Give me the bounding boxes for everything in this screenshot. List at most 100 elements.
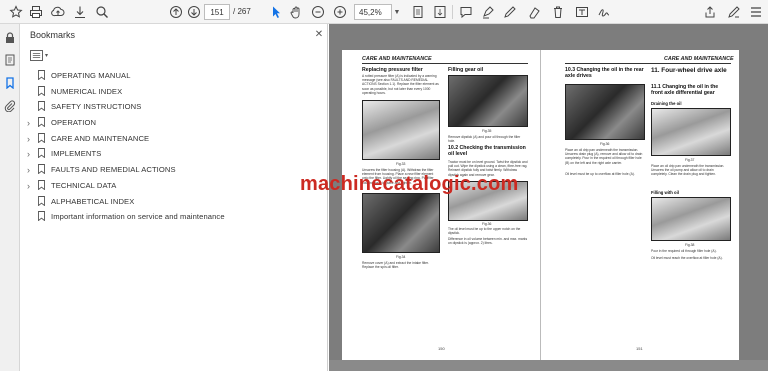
menu-icon[interactable] — [748, 4, 764, 20]
bookmark-item[interactable]: NUMERICAL INDEX — [20, 84, 328, 100]
fit-page-icon[interactable] — [410, 4, 426, 20]
bookmark-item[interactable]: › IMPLEMENTS — [20, 146, 328, 162]
figure-image — [362, 193, 440, 253]
page-spread: CARE AND MAINTENANCE Replacing pressure … — [342, 50, 739, 360]
right-oil-note: Oil level must be up to overflow at fill… — [565, 172, 635, 176]
bookmark-item[interactable]: SAFETY INSTRUCTIONS — [20, 99, 328, 115]
bookmark-icon — [38, 148, 45, 159]
highlight-icon[interactable] — [480, 4, 496, 20]
attachment-icon[interactable] — [3, 99, 17, 113]
left-steps-e: The oil level must be up to the upper no… — [448, 227, 521, 236]
right-steps-g: Place an oil drip pan underneath the tra… — [651, 164, 725, 177]
right-steps-h: Pour in the required oil through filler … — [651, 249, 717, 253]
chevron-down-icon: ▾ — [45, 52, 49, 59]
right-steps-f: Place an oil drip pan underneath the tra… — [565, 148, 643, 165]
options-icon — [30, 49, 43, 61]
options-button[interactable]: ▾ — [30, 48, 56, 62]
chevron-down-icon[interactable]: ▼ — [392, 4, 402, 20]
bookmark-icon — [38, 101, 45, 112]
page-total: / 267 — [233, 7, 251, 16]
bookmark-icon — [38, 179, 45, 190]
star-icon[interactable] — [8, 4, 24, 20]
draw-icon[interactable] — [502, 4, 518, 20]
share-icon[interactable] — [702, 4, 718, 20]
bookmark-icon — [38, 211, 45, 222]
bookmark-label: Important information on service and mai… — [51, 212, 225, 222]
right-page-header: CARE AND MAINTENANCE — [664, 56, 734, 62]
left-steps-c: Remove dipstick (A) and pour oil through… — [448, 135, 521, 144]
watermark: machinecatalogic.com — [300, 173, 519, 195]
bookmark-icon — [38, 117, 45, 128]
bookmark-label: SAFETY INSTRUCTIONS — [51, 102, 142, 112]
chevron-right-icon[interactable]: › — [27, 165, 35, 175]
bookmark-label: IMPLEMENTS — [51, 149, 102, 159]
page-number-input[interactable] — [204, 4, 230, 20]
figure-caption: Fig.36 — [600, 142, 610, 146]
section-10-2-heading: 10.2 Checking the transmission oil level — [448, 145, 526, 157]
zoom-out-icon[interactable] — [310, 4, 326, 20]
erase-icon[interactable] — [526, 4, 542, 20]
chevron-right-icon[interactable]: › — [27, 134, 35, 144]
bookmark-icon — [38, 195, 45, 206]
bookmark-item[interactable]: › FAULTS AND REMEDIAL ACTIONS — [20, 162, 328, 178]
print-icon[interactable] — [28, 4, 44, 20]
next-page-edge — [329, 360, 768, 371]
navigation-rail — [0, 24, 20, 371]
bookmark-icon[interactable] — [3, 76, 17, 90]
section-11-heading: 11. Four-wheel drive axle — [651, 67, 727, 74]
figure-image — [362, 100, 440, 160]
bookmark-icon — [38, 164, 45, 175]
right-page-number: 151 — [636, 346, 643, 351]
bookmark-item[interactable]: Important information on service and mai… — [20, 209, 328, 225]
page-up-icon[interactable] — [168, 4, 184, 20]
bookmark-label: ALPHABETICAL INDEX — [51, 196, 135, 206]
zoom-level-field[interactable]: 45,2% — [354, 4, 392, 20]
bookmark-list: OPERATING MANUAL NUMERICAL INDEX SAFETY IN… — [20, 68, 328, 225]
zoom-level: 45,2% — [359, 7, 382, 17]
page-down-icon[interactable] — [186, 4, 202, 20]
comment-icon[interactable] — [458, 4, 474, 20]
download-icon[interactable] — [72, 4, 88, 20]
bookmark-item[interactable]: › OPERATION — [20, 115, 328, 131]
chevron-right-icon[interactable]: › — [27, 181, 35, 191]
figure-caption: Fig.33 — [396, 162, 406, 166]
figure-caption: Fig.36 — [482, 222, 492, 226]
sign-icon[interactable] — [596, 4, 612, 20]
close-icon[interactable]: ✕ — [314, 29, 324, 40]
select-cursor-icon[interactable] — [268, 4, 284, 20]
page-spine — [540, 50, 541, 360]
search-icon[interactable] — [94, 4, 110, 20]
bookmark-icon — [38, 132, 45, 143]
figure-image — [651, 197, 731, 241]
draining-heading: Draining the oil — [651, 101, 682, 106]
right-level-note: Oil level must reach the overflow at fil… — [651, 256, 723, 260]
chevron-right-icon[interactable]: › — [27, 118, 35, 128]
figure-caption: Fig.34 — [396, 255, 406, 259]
hand-icon[interactable] — [288, 4, 304, 20]
upload-icon[interactable] — [50, 4, 66, 20]
scroll-mode-icon[interactable] — [432, 4, 448, 20]
pen-sign-icon[interactable] — [726, 4, 742, 20]
bookmark-item[interactable]: OPERATING MANUAL — [20, 68, 328, 84]
left-page-header: CARE AND MAINTENANCE — [362, 56, 432, 62]
bookmark-item[interactable]: ALPHABETICAL INDEX — [20, 194, 328, 210]
filling-heading: Filling with oil — [651, 190, 679, 195]
text-icon[interactable] — [574, 4, 590, 20]
lock-icon[interactable] — [3, 31, 17, 45]
left-col1-body: A rotted pressure filter (A) is indicate… — [362, 74, 439, 95]
chevron-right-icon[interactable]: › — [27, 149, 35, 159]
bookmarks-panel: Bookmarks ✕ ▾ OPERATING MANUAL NUMERICAL … — [20, 24, 328, 371]
page-thumbnails-icon[interactable] — [3, 53, 17, 67]
zoom-in-icon[interactable] — [332, 4, 348, 20]
bookmark-label: CARE AND MAINTENANCE — [51, 133, 150, 143]
section-10-3-heading: 10.3 Changing the oil in the rear axle d… — [565, 67, 644, 79]
document-view[interactable]: CARE AND MAINTENANCE Replacing pressure … — [329, 24, 768, 371]
trash-icon[interactable] — [550, 4, 566, 20]
figure-caption: Fig.38 — [685, 243, 695, 247]
bookmark-item[interactable]: › CARE AND MAINTENANCE — [20, 131, 328, 147]
figure-image — [448, 75, 528, 127]
figure-image — [565, 84, 645, 140]
bookmark-item[interactable]: › TECHNICAL DATA — [20, 178, 328, 194]
left-col1-heading: Replacing pressure filter — [362, 67, 423, 73]
bookmark-icon — [38, 70, 45, 80]
